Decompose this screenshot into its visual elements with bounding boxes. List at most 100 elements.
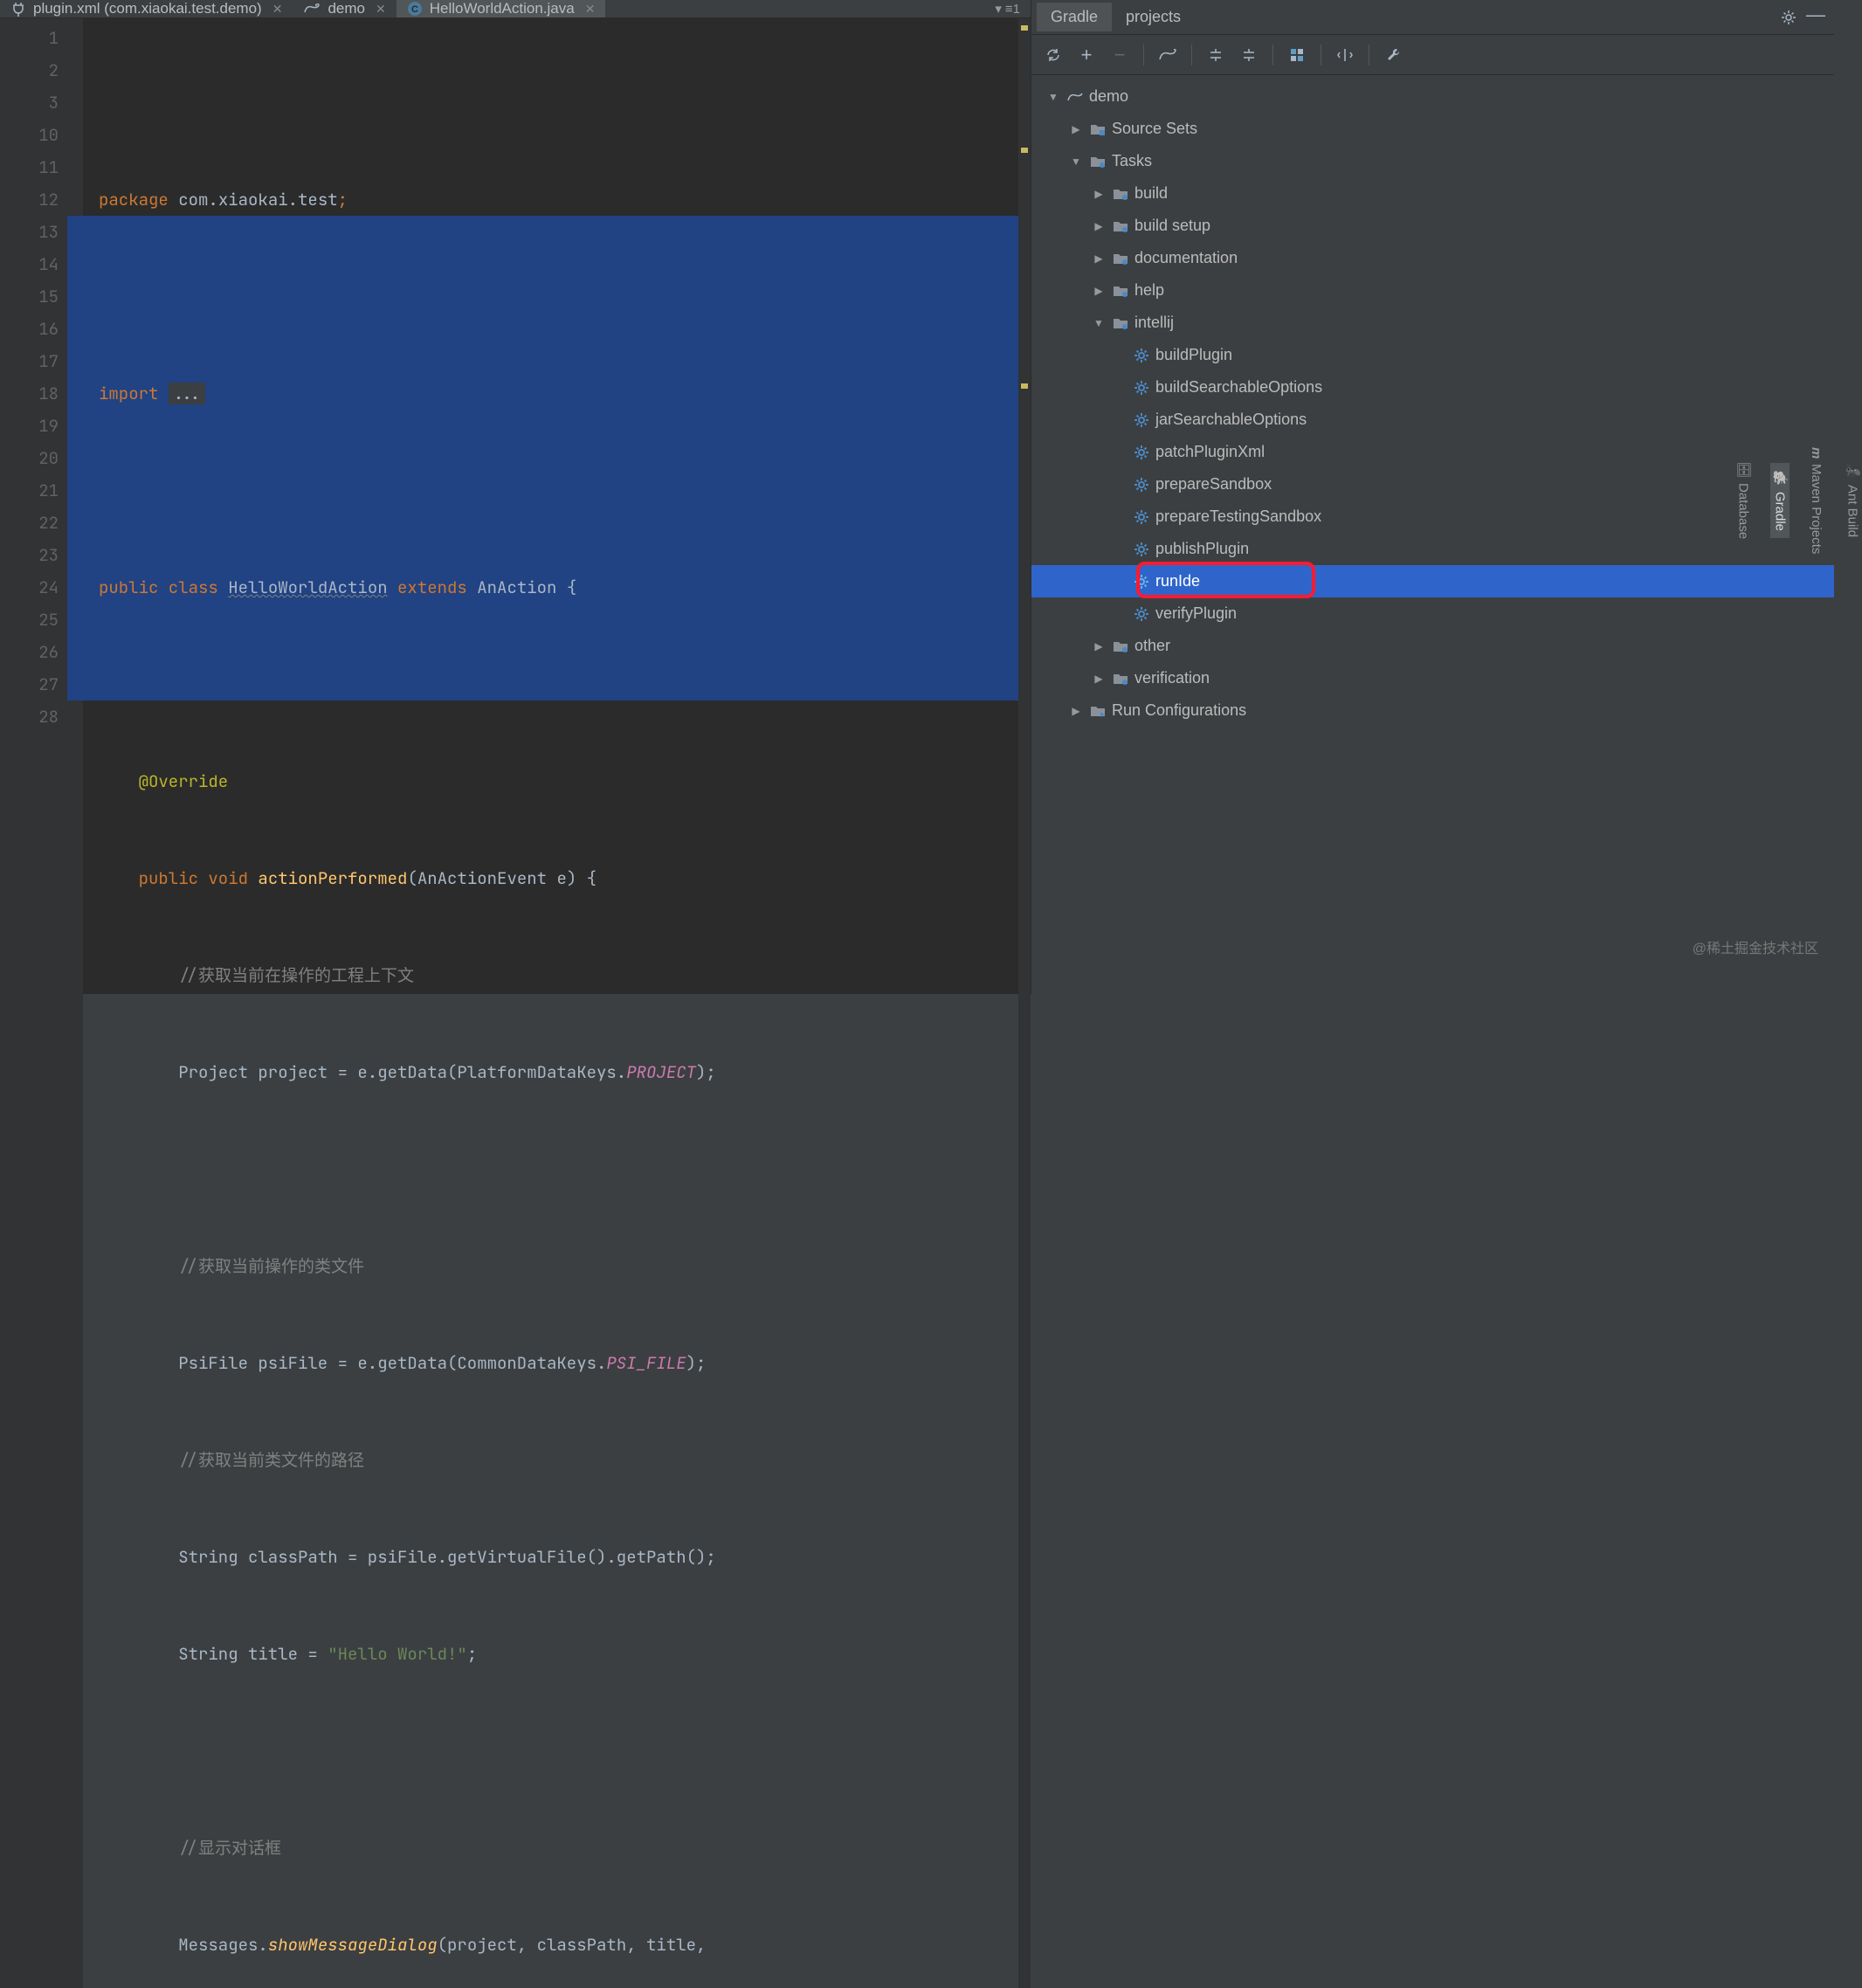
- expand-all-icon[interactable]: [1203, 42, 1229, 68]
- tree-folder-documentation[interactable]: ▶documentation: [1031, 242, 1834, 274]
- add-icon[interactable]: +: [1073, 42, 1100, 68]
- tree-folder-help[interactable]: ▶help: [1031, 274, 1834, 307]
- package-name: com.xiaokai.test: [178, 189, 337, 211]
- tree-task-jarsearchable[interactable]: jarSearchableOptions: [1031, 404, 1834, 436]
- comment: //显示对话框: [178, 1837, 281, 1859]
- folder-icon: [1089, 121, 1107, 138]
- maven-icon: m: [1809, 447, 1824, 459]
- tree-task-publishplugin[interactable]: publishPlugin: [1031, 533, 1834, 565]
- offline-mode-icon[interactable]: [1332, 42, 1358, 68]
- tree-source-sets[interactable]: ▶Source Sets: [1031, 113, 1834, 145]
- tree-task-runide[interactable]: runIde: [1031, 565, 1834, 597]
- folded-imports[interactable]: ...: [169, 383, 205, 404]
- close-icon[interactable]: ✕: [272, 2, 283, 17]
- keyword: package: [99, 189, 169, 211]
- line-number: 3: [0, 86, 59, 119]
- tab-gradle[interactable]: Gradle: [1037, 3, 1112, 31]
- tree-label: demo: [1089, 87, 1128, 106]
- tree-folder-intellij[interactable]: ▼intellij: [1031, 307, 1834, 339]
- tab-helloworld-action[interactable]: C HelloWorldAction.java ✕: [397, 0, 606, 17]
- tree-folder-build-setup[interactable]: ▶build setup: [1031, 210, 1834, 242]
- tree-label: other: [1134, 637, 1170, 655]
- side-tab-gradle[interactable]: 🐘Gradle: [1770, 463, 1790, 537]
- dropdown-icon[interactable]: ▾: [995, 1, 1002, 17]
- marker-strip[interactable]: [1018, 18, 1031, 1988]
- tree-task-buildplugin[interactable]: buildPlugin: [1031, 339, 1834, 371]
- tree-folder-build[interactable]: ▶build: [1031, 177, 1834, 210]
- collapse-all-icon[interactable]: [1236, 42, 1262, 68]
- tree-tasks[interactable]: ▼Tasks: [1031, 145, 1834, 177]
- tree-label: help: [1134, 281, 1164, 300]
- constant: PSI_FILE: [606, 1352, 686, 1374]
- tree-root-demo[interactable]: ▼demo: [1031, 80, 1834, 113]
- tree-task-preparesandbox[interactable]: prepareSandbox: [1031, 468, 1834, 500]
- warning-marker[interactable]: [1021, 25, 1028, 31]
- gradle-panel: Gradle projects — + − ▼demo ▶Source Sets…: [1031, 0, 1834, 994]
- line-number: 18: [0, 377, 59, 410]
- tree-label: build: [1134, 184, 1168, 203]
- code: Project project = e.getData(PlatformData…: [178, 1061, 626, 1083]
- tree-task-verifyplugin[interactable]: verifyPlugin: [1031, 597, 1834, 630]
- tab-projects[interactable]: projects: [1112, 3, 1195, 31]
- refresh-icon[interactable]: [1040, 42, 1066, 68]
- show-diagram-icon[interactable]: [1284, 42, 1310, 68]
- warning-marker[interactable]: [1021, 383, 1028, 389]
- line-number: 11: [0, 151, 59, 183]
- tree-task-preparetestingsandbox[interactable]: prepareTestingSandbox: [1031, 500, 1834, 533]
- close-icon[interactable]: ✕: [585, 2, 596, 17]
- minimize-icon[interactable]: —: [1806, 9, 1825, 26]
- tab-plugin-xml[interactable]: plugin.xml (com.xiaokai.test.demo) ✕: [0, 0, 293, 17]
- annotation: @Override: [139, 770, 229, 792]
- tree-label: jarSearchableOptions: [1155, 411, 1307, 429]
- tree-label: publishPlugin: [1155, 540, 1249, 558]
- tree-task-patchpluginxml[interactable]: patchPluginXml: [1031, 436, 1834, 468]
- side-tab-label: Maven Projects: [1809, 464, 1824, 554]
- tree-label: runIde: [1155, 572, 1200, 590]
- line-number: 10: [0, 119, 59, 151]
- tree-folder-other[interactable]: ▶other: [1031, 630, 1834, 662]
- close-icon[interactable]: ✕: [376, 2, 386, 17]
- tree-label: verification: [1134, 669, 1210, 687]
- gear-icon: [1133, 379, 1150, 397]
- tab-demo[interactable]: demo ✕: [293, 0, 396, 17]
- line-number: 13: [0, 216, 59, 248]
- tree-label: verifyPlugin: [1155, 604, 1237, 623]
- gear-icon: [1133, 605, 1150, 623]
- plug-icon: [10, 1, 26, 17]
- side-tab-label: Database: [1736, 483, 1751, 539]
- gradle-icon[interactable]: [1155, 42, 1181, 68]
- tree-label: prepareSandbox: [1155, 475, 1272, 494]
- tree-label: intellij: [1134, 314, 1174, 332]
- line-number: 15: [0, 280, 59, 313]
- code-area[interactable]: package com.xiaokai.test; import ... pub…: [83, 18, 1018, 1988]
- code: );: [696, 1061, 716, 1083]
- tab-bar-right: ▾ ≡1: [995, 1, 1031, 17]
- folder-icon: [1112, 314, 1129, 332]
- side-tab-maven[interactable]: m Maven Projects: [1807, 440, 1825, 562]
- side-tab-database[interactable]: 🗄Database: [1734, 454, 1753, 546]
- wrench-icon[interactable]: [1380, 42, 1406, 68]
- gradle-toolbar: + −: [1031, 35, 1834, 75]
- svg-text:C: C: [411, 4, 418, 15]
- watermark: @稀土掘金技术社区: [1693, 936, 1818, 957]
- tab-label: plugin.xml (com.xiaokai.test.demo): [33, 0, 262, 17]
- gradle-icon: 🐘: [1772, 470, 1788, 486]
- tab-label: demo: [328, 0, 365, 17]
- tree-folder-verification[interactable]: ▶verification: [1031, 662, 1834, 694]
- side-tab-ant[interactable]: 🐜Ant Build: [1843, 457, 1862, 544]
- editor[interactable]: 1 2 3 10 11 12 13 14 15 16 17 18 19 20 2…: [0, 18, 1031, 1988]
- line-number: 19: [0, 410, 59, 442]
- gear-icon[interactable]: [1780, 9, 1797, 26]
- gradle-tree[interactable]: ▼demo ▶Source Sets ▼Tasks ▶build ▶build …: [1031, 75, 1834, 994]
- code: String title =: [178, 1643, 328, 1665]
- folder-icon: [1112, 217, 1129, 235]
- code: ;: [467, 1643, 477, 1665]
- tree-label: buildSearchableOptions: [1155, 378, 1322, 397]
- line-number: 2: [0, 54, 59, 86]
- tree-task-buildsearchable[interactable]: buildSearchableOptions: [1031, 371, 1834, 404]
- tree-run-configs[interactable]: ▶Run Configurations: [1031, 694, 1834, 727]
- folder-icon: [1089, 702, 1107, 720]
- keyword: import: [99, 383, 158, 404]
- warning-marker[interactable]: [1021, 148, 1028, 153]
- folder-icon: [1112, 670, 1129, 687]
